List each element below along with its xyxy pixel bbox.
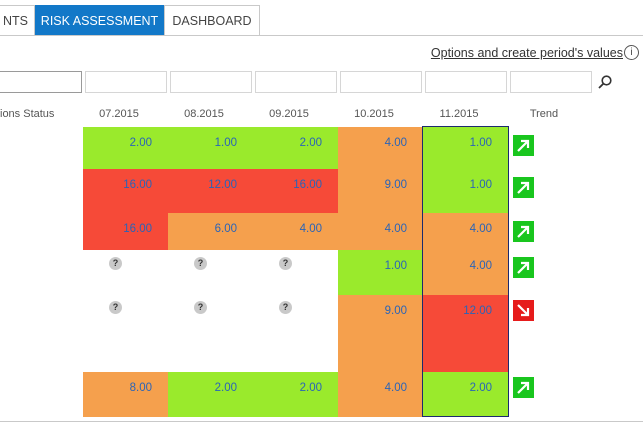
risk-cell[interactable]: 16.00: [83, 169, 168, 213]
options-link[interactable]: Options and create period's values: [431, 46, 623, 60]
risk-cell[interactable]: 4.00: [253, 213, 338, 250]
unknown-value-icon[interactable]: ?: [109, 257, 122, 270]
risk-cell[interactable]: 1.00: [168, 127, 253, 169]
filter-input-period-4[interactable]: [340, 71, 422, 93]
risk-cell[interactable]: 8.00: [83, 372, 168, 417]
risk-cell[interactable]: 4.00: [338, 213, 423, 250]
risk-cell[interactable]: 12.00: [168, 169, 253, 213]
trend-down-icon[interactable]: [513, 300, 534, 321]
filter-input-period-2[interactable]: [170, 71, 252, 93]
risk-cell[interactable]: 2.00: [168, 372, 253, 417]
column-header-status: ions Status: [0, 108, 55, 120]
column-header-period[interactable]: 11.2015: [425, 108, 493, 120]
trend-up-icon[interactable]: [513, 177, 534, 198]
risk-cell[interactable]: 16.00: [83, 213, 168, 250]
risk-cell[interactable]: 4.00: [338, 372, 423, 417]
trend-up-icon[interactable]: [513, 135, 534, 156]
column-header-period[interactable]: 09.2015: [255, 108, 323, 120]
trend-up-icon[interactable]: [513, 221, 534, 242]
risk-cell-selected[interactable]: 2.00: [423, 372, 508, 417]
risk-cell[interactable]: 9.00: [338, 295, 423, 372]
risk-cell[interactable]: 2.00: [83, 127, 168, 169]
trend-up-icon[interactable]: [513, 377, 534, 398]
unknown-value-icon[interactable]: ?: [109, 301, 122, 314]
column-header-period[interactable]: 10.2015: [340, 108, 408, 120]
tab-risk-assessment[interactable]: RISK ASSESSMENT: [35, 5, 164, 36]
unknown-value-icon[interactable]: ?: [194, 301, 207, 314]
column-header-period[interactable]: 07.2015: [85, 108, 153, 120]
tab-nts[interactable]: NTS: [0, 5, 35, 36]
risk-cell-selected[interactable]: 4.00: [423, 213, 508, 250]
unknown-value-icon[interactable]: ?: [279, 301, 292, 314]
column-header-trend: Trend: [529, 108, 559, 120]
risk-cell[interactable]: 16.00: [253, 169, 338, 213]
risk-cell[interactable]: 9.00: [338, 169, 423, 213]
filter-input-period-1[interactable]: [85, 71, 167, 93]
tab-divider: [0, 35, 643, 36]
search-icon[interactable]: [597, 74, 613, 90]
risk-cell-selected[interactable]: 1.00: [423, 169, 508, 213]
info-icon[interactable]: i: [624, 45, 639, 60]
filter-input-trend[interactable]: [510, 71, 592, 93]
risk-cell[interactable]: 2.00: [253, 127, 338, 169]
risk-cell-selected[interactable]: 4.00: [423, 250, 508, 295]
filter-input-period-5[interactable]: [425, 71, 507, 93]
unknown-value-icon[interactable]: ?: [194, 257, 207, 270]
trend-up-icon[interactable]: [513, 257, 534, 278]
risk-cell[interactable]: 4.00: [338, 127, 423, 169]
risk-cell[interactable]: 1.00: [338, 250, 423, 295]
unknown-value-icon[interactable]: ?: [279, 257, 292, 270]
tab-dashboard[interactable]: DASHBOARD: [164, 5, 260, 36]
risk-cell-selected[interactable]: 12.00: [423, 295, 508, 372]
risk-cell-selected[interactable]: 1.00: [423, 127, 508, 169]
tab-bar: NTS RISK ASSESSMENT DASHBOARD: [0, 5, 643, 36]
column-header-period[interactable]: 08.2015: [170, 108, 238, 120]
risk-cell[interactable]: 6.00: [168, 213, 253, 250]
filter-input-status[interactable]: [0, 71, 82, 93]
table-bottom-border: [0, 421, 643, 422]
risk-cell[interactable]: 2.00: [253, 372, 338, 417]
filter-input-period-3[interactable]: [255, 71, 337, 93]
